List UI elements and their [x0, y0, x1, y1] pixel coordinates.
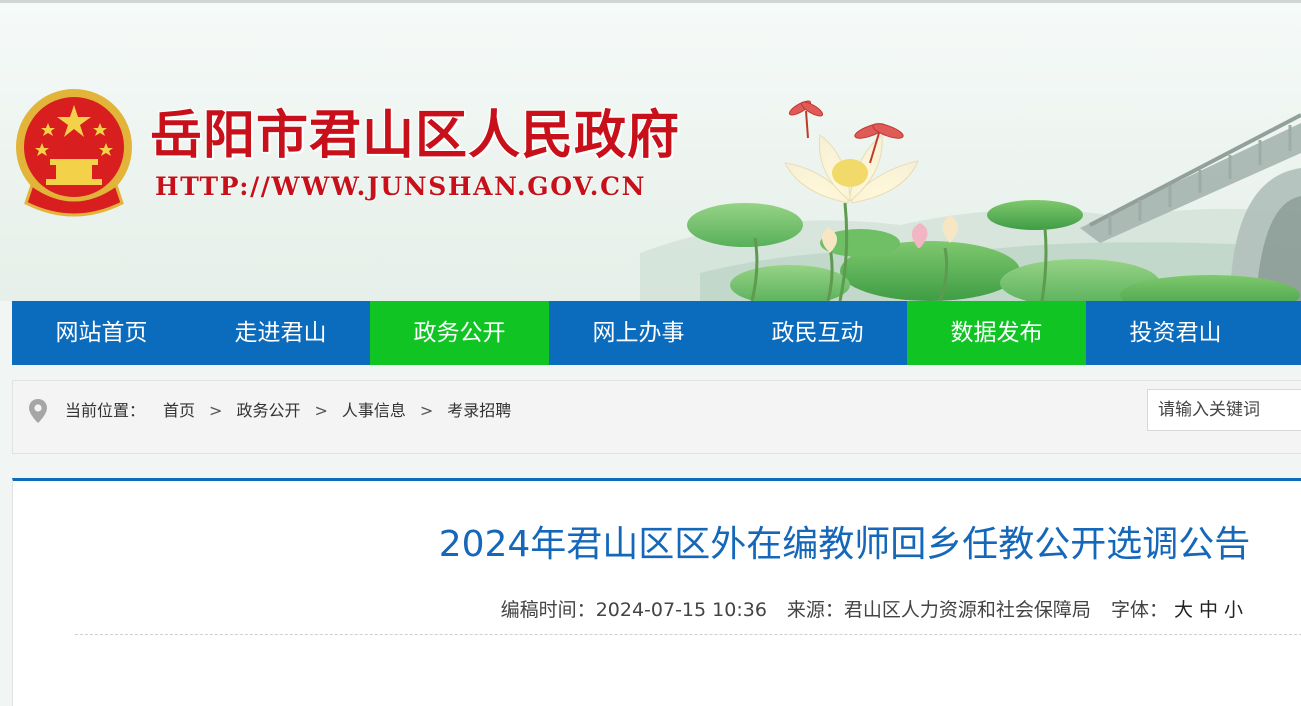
breadcrumb-link-government-affairs[interactable]: 政务公开: [236, 399, 300, 423]
meta-divider: [75, 634, 1301, 635]
breadcrumb-link-home[interactable]: 首页: [163, 399, 195, 423]
nav-item-investment[interactable]: 投资君山: [1086, 301, 1265, 365]
font-size-small-button[interactable]: 小: [1224, 597, 1243, 623]
font-size-medium-button[interactable]: 中: [1199, 597, 1218, 623]
breadcrumb-link-personnel-info[interactable]: 人事信息: [342, 399, 406, 423]
source-label: 来源：: [786, 599, 844, 621]
national-emblem-icon: [16, 89, 132, 217]
publish-time-label: 编稿时间：: [500, 599, 596, 621]
site-banner: 岳阳市君山区人民政府 HTTP://WWW.JUNSHAN.GOV.CN: [0, 3, 1301, 301]
article-title: 2024年君山区区外在编教师回乡任教公开选调公告: [438, 524, 1251, 565]
nav-item-data-release[interactable]: 数据发布: [907, 301, 1086, 365]
main-navigation: 网站首页 走进君山 政务公开 网上办事 政民互动 数据发布 投资君山: [12, 301, 1301, 365]
nav-item-interaction[interactable]: 政民互动: [728, 301, 907, 365]
breadcrumb-label: 当前位置：: [65, 401, 146, 420]
article-panel: 2024年君山区区外在编教师回乡任教公开选调公告 编稿时间： 2024-07-1…: [12, 478, 1301, 706]
breadcrumb-separator: >: [314, 401, 328, 420]
article-title-wrap: 2024年君山区区外在编教师回乡任教公开选调公告: [13, 523, 1301, 567]
breadcrumb-separator: >: [419, 401, 434, 420]
white-lotus: [784, 134, 919, 204]
dragonfly: [788, 100, 824, 139]
source-value: 君山区人力资源和社会保障局: [843, 599, 1091, 621]
nav-item-government-affairs[interactable]: 政务公开: [370, 301, 549, 365]
site-url: HTTP://WWW.JUNSHAN.GOV.CN: [155, 172, 647, 201]
breadcrumb-link-recruitment[interactable]: 考录招聘: [447, 399, 511, 423]
nav-item-home[interactable]: 网站首页: [12, 301, 191, 365]
breadcrumb-separator: >: [209, 401, 223, 420]
font-size-label: 字体：: [1110, 599, 1168, 621]
font-size-large-button[interactable]: 大: [1174, 597, 1193, 623]
search-input[interactable]: [1147, 389, 1301, 431]
breadcrumb-bar: 当前位置： 首页 > 政务公开 > 人事信息 > 考录招聘: [12, 380, 1301, 454]
article-meta: 编稿时间： 2024-07-15 10:36 来源： 君山区人力资源和社会保障局…: [501, 597, 1243, 623]
breadcrumb: 当前位置： 首页 > 政务公开 > 人事信息 > 考录招聘: [65, 399, 511, 423]
location-pin-icon: [29, 399, 47, 423]
site-title: 岳阳市君山区人民政府: [150, 105, 681, 166]
nav-item-online-services[interactable]: 网上办事: [549, 301, 728, 365]
publish-time-value: 2024-07-15 10:36: [595, 599, 767, 621]
nav-item-about-junshan[interactable]: 走进君山: [191, 301, 370, 365]
